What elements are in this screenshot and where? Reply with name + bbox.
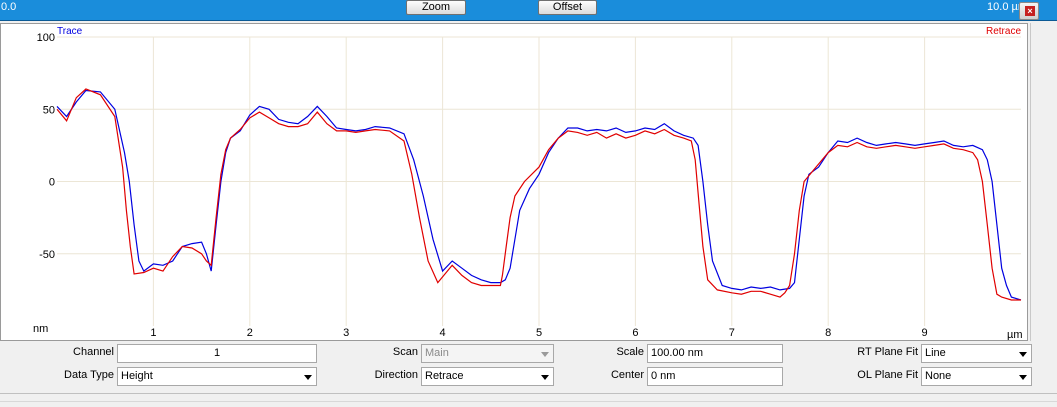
y-axis-ticks: 100 50 0 -50	[37, 32, 55, 261]
plot-grid	[57, 36, 1021, 326]
zoom-button[interactable]: Zoom	[406, 0, 466, 15]
data-type-value: Height	[121, 370, 153, 382]
rt-plane-fit-select[interactable]: Line	[921, 344, 1032, 363]
scan-label: Scan	[392, 346, 418, 358]
chevron-down-icon	[541, 375, 549, 380]
ol-plane-fit-label: OL Plane Fit	[857, 369, 918, 381]
channel-field[interactable]: 1	[117, 344, 317, 363]
line-profile-chart: 100 50 0 -50 1 2 3 4 5 6 7 8 9 Trace Retrace nm µm	[33, 26, 1023, 341]
direction-select[interactable]: Retrace	[421, 367, 554, 386]
direction-value: Retrace	[425, 370, 464, 382]
data-type-label: Data Type	[64, 369, 114, 381]
center-field[interactable]: 0 nm	[647, 367, 783, 386]
scan-start-value: 0.0	[1, 1, 17, 13]
scale-field[interactable]: 100.00 nm	[647, 344, 783, 363]
side-panel	[1030, 23, 1057, 341]
rt-plane-fit-value: Line	[925, 347, 946, 359]
x-tick-label: 7	[729, 327, 735, 339]
direction-label: Direction	[374, 369, 418, 381]
scale-label: Scale	[616, 346, 644, 358]
retrace-legend-label: Retrace	[986, 26, 1021, 37]
y-tick-label: 0	[49, 177, 55, 189]
rt-plane-fit-label: RT Plane Fit	[857, 346, 918, 358]
offset-button[interactable]: Offset	[538, 0, 597, 15]
chevron-down-icon	[1019, 352, 1027, 357]
y-tick-label: -50	[39, 249, 55, 261]
center-label: Center	[610, 369, 644, 381]
close-icon: ×	[1025, 6, 1035, 16]
x-tick-label: 9	[922, 327, 928, 339]
ol-plane-fit-value: None	[925, 370, 952, 382]
x-tick-label: 4	[440, 327, 446, 339]
status-strip	[0, 393, 1057, 407]
x-unit-label: µm	[1007, 329, 1023, 340]
x-tick-label: 2	[247, 327, 253, 339]
y-tick-label: 50	[43, 104, 55, 116]
top-toolbar: 0.0 Zoom Offset 10.0 µm ×	[0, 0, 1057, 21]
data-type-select[interactable]: Height	[117, 367, 317, 386]
line-profile-plot[interactable]: 100 50 0 -50 1 2 3 4 5 6 7 8 9 Trace Retrace nm µm	[0, 23, 1028, 341]
x-axis-ticks: 1 2 3 4 5 6 7 8 9	[150, 327, 927, 339]
x-tick-label: 3	[343, 327, 349, 339]
y-unit-label: nm	[33, 323, 48, 335]
x-tick-label: 6	[632, 327, 638, 339]
y-tick-label: 100	[37, 32, 55, 44]
channel-label: Channel	[73, 346, 114, 358]
chevron-down-icon	[1019, 375, 1027, 380]
chevron-down-icon	[541, 352, 549, 357]
x-tick-label: 5	[536, 327, 542, 339]
x-tick-label: 8	[825, 327, 831, 339]
close-plot-button[interactable]: ×	[1019, 2, 1039, 20]
x-tick-label: 1	[150, 327, 156, 339]
trace-legend-label: Trace	[57, 26, 83, 37]
controls-panel: Channel 1 Data Type Height Scan Main Dir…	[0, 341, 1057, 391]
chevron-down-icon	[304, 375, 312, 380]
scan-select: Main	[421, 344, 554, 363]
ol-plane-fit-select[interactable]: None	[921, 367, 1032, 386]
scan-value: Main	[425, 347, 449, 359]
